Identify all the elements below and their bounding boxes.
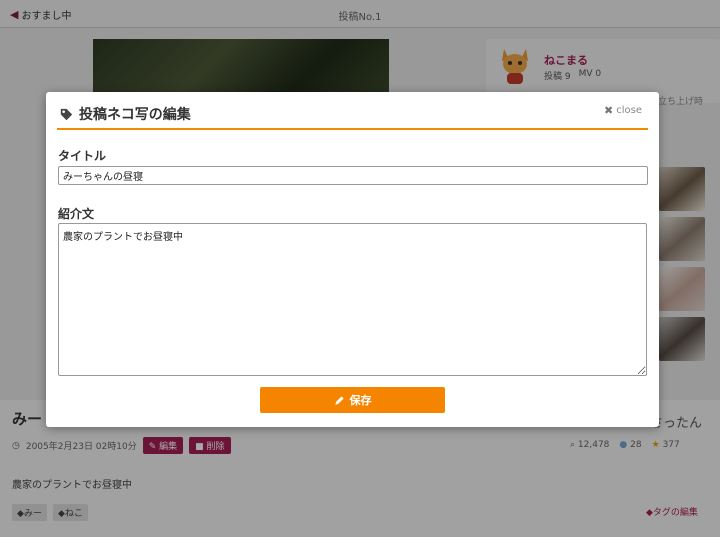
title-divider <box>57 128 648 130</box>
modal-title-text: 投稿ネコ写の編集 <box>79 107 191 123</box>
close-button[interactable]: ✖ close <box>604 104 642 117</box>
save-button-label: 保存 <box>349 394 372 407</box>
close-icon: ✖ <box>604 104 614 117</box>
title-field-label: タイトル <box>58 149 107 163</box>
modal-title: 投稿ネコ写の編集 <box>60 104 191 124</box>
description-field-label: 紹介文 <box>58 207 95 221</box>
title-input[interactable] <box>58 166 648 185</box>
tag-icon <box>60 108 73 120</box>
save-button[interactable]: 保存 <box>260 387 445 413</box>
edit-modal: 投稿ネコ写の編集 ✖ close タイトル 紹介文 農家のプラントでお昼寝中 保… <box>46 92 659 427</box>
close-label: close <box>616 105 642 116</box>
description-textarea[interactable]: 農家のプラントでお昼寝中 <box>58 223 647 376</box>
pencil-icon <box>334 395 344 405</box>
